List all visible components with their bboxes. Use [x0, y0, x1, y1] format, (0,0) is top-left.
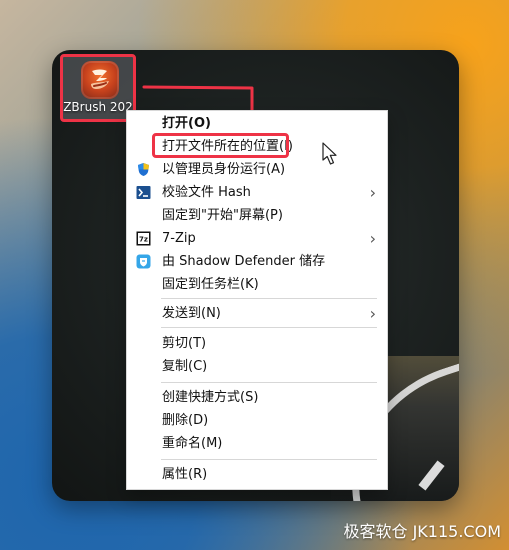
menu-item-cut[interactable]: 剪切(T): [127, 332, 387, 355]
menu-item-pin-start[interactable]: 固定到"开始"屏幕(P): [127, 204, 387, 227]
zbrush-icon: [81, 61, 119, 99]
7zip-icon: 7z: [136, 231, 151, 246]
menu-highlight-box: [152, 133, 289, 158]
menu-item-open[interactable]: 打开(O): [127, 112, 387, 135]
menu-item-rename-label: 重命名(M): [162, 436, 223, 451]
svg-text:7z: 7z: [139, 236, 148, 244]
menu-item-properties[interactable]: 属性(R): [127, 463, 387, 486]
menu-item-pin-taskbar[interactable]: 固定到任务栏(K): [127, 273, 387, 296]
menu-item-copy[interactable]: 复制(C): [127, 355, 387, 378]
menu-item-cut-label: 剪切(T): [162, 336, 207, 351]
menu-item-shadow-defender[interactable]: 由 Shadow Defender 储存: [127, 250, 387, 273]
menu-item-properties-label: 属性(R): [162, 467, 208, 482]
menu-item-open-label: 打开(O): [162, 116, 211, 131]
context-menu: 打开(O) 打开文件所在的位置(I) 以管理员身份运行(A) 校验文件 Hash…: [126, 110, 388, 490]
menu-separator: [161, 459, 377, 460]
menu-separator: [161, 382, 377, 383]
desktop-icon-zbrush[interactable]: ZBrush 202: [60, 54, 136, 122]
menu-item-send-to[interactable]: 发送到(N) ›: [127, 302, 387, 325]
terminal-icon: [136, 186, 151, 199]
shadow-defender-icon: [136, 254, 151, 269]
menu-item-file-hash[interactable]: 校验文件 Hash ›: [127, 181, 387, 204]
menu-item-create-shortcut-label: 创建快捷方式(S): [162, 390, 259, 405]
menu-item-shadow-defender-label: 由 Shadow Defender 储存: [162, 254, 326, 269]
menu-item-copy-label: 复制(C): [162, 359, 208, 374]
menu-item-7zip-label: 7-Zip: [162, 231, 196, 246]
menu-item-delete-label: 删除(D): [162, 413, 209, 428]
menu-item-run-as-admin-label: 以管理员身份运行(A): [162, 162, 286, 177]
desktop-icon-label: ZBrush 202: [63, 100, 133, 114]
menu-separator: [161, 327, 377, 328]
chevron-right-icon: ›: [369, 183, 376, 202]
menu-separator: [161, 298, 377, 299]
chevron-right-icon: ›: [369, 229, 376, 248]
menu-item-delete[interactable]: 删除(D): [127, 409, 387, 432]
mouse-cursor-icon: [322, 142, 337, 165]
menu-item-create-shortcut[interactable]: 创建快捷方式(S): [127, 386, 387, 409]
menu-item-run-as-admin[interactable]: 以管理员身份运行(A): [127, 158, 387, 181]
menu-item-file-hash-label: 校验文件 Hash: [162, 185, 251, 200]
menu-item-pin-taskbar-label: 固定到任务栏(K): [162, 277, 259, 292]
menu-item-7zip[interactable]: 7z 7-Zip ›: [127, 227, 387, 250]
menu-item-send-to-label: 发送到(N): [162, 306, 221, 321]
menu-item-rename[interactable]: 重命名(M): [127, 432, 387, 455]
watermark-text: 极客软仓 JK115.COM: [343, 522, 502, 541]
chevron-right-icon: ›: [369, 304, 376, 323]
shield-icon: [138, 163, 149, 176]
menu-item-pin-start-label: 固定到"开始"屏幕(P): [162, 208, 283, 223]
